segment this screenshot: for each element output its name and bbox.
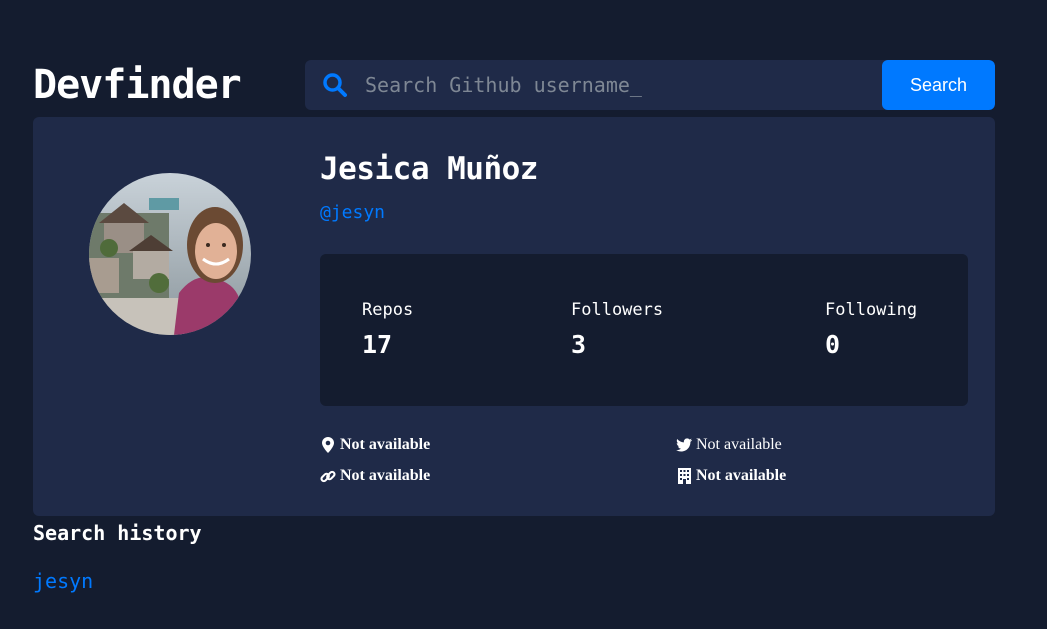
stat-label: Followers <box>571 300 664 320</box>
website-text: Not available <box>340 467 431 484</box>
company-text: Not available <box>696 467 787 484</box>
twitter-text: Not available <box>696 436 782 453</box>
stat-value: 17 <box>362 330 393 359</box>
profile-name: Jesica Muñoz <box>320 151 538 187</box>
company-item: Not available <box>676 467 786 485</box>
location-pin-icon <box>320 437 336 453</box>
search-button[interactable]: Search <box>882 60 995 110</box>
search-icon <box>305 60 365 110</box>
stats-panel: Repos 17 Followers 3 Following 0 <box>320 254 968 406</box>
twitter-item: Not available <box>676 436 782 454</box>
stat-label: Repos <box>362 300 414 320</box>
website-item: Not available <box>320 467 430 485</box>
stat-label: Following <box>825 300 918 320</box>
app-logo: Devfinder <box>33 62 242 108</box>
location-item: Not available <box>320 436 430 454</box>
link-icon <box>320 468 336 484</box>
app: Devfinder Search Github username_ Search… <box>0 0 1047 629</box>
search-history-title: Search history <box>33 521 202 545</box>
building-icon <box>676 468 692 484</box>
profile-card: Jesica Muñoz @jesyn Repos 17 Followers 3… <box>33 117 995 516</box>
avatar <box>89 173 251 335</box>
stat-value: 3 <box>571 330 587 359</box>
twitter-icon <box>676 437 692 453</box>
search-history-item[interactable]: jesyn <box>33 569 93 593</box>
stat-value: 0 <box>825 330 841 359</box>
profile-login-link[interactable]: @jesyn <box>320 202 385 223</box>
stat-following: Following 0 <box>825 300 917 359</box>
stat-repos: Repos 17 <box>362 300 413 359</box>
search-input[interactable] <box>365 60 882 110</box>
stat-followers: Followers 3 <box>571 300 663 359</box>
search-bar: Search <box>305 60 995 110</box>
location-text: Not available <box>340 436 431 453</box>
